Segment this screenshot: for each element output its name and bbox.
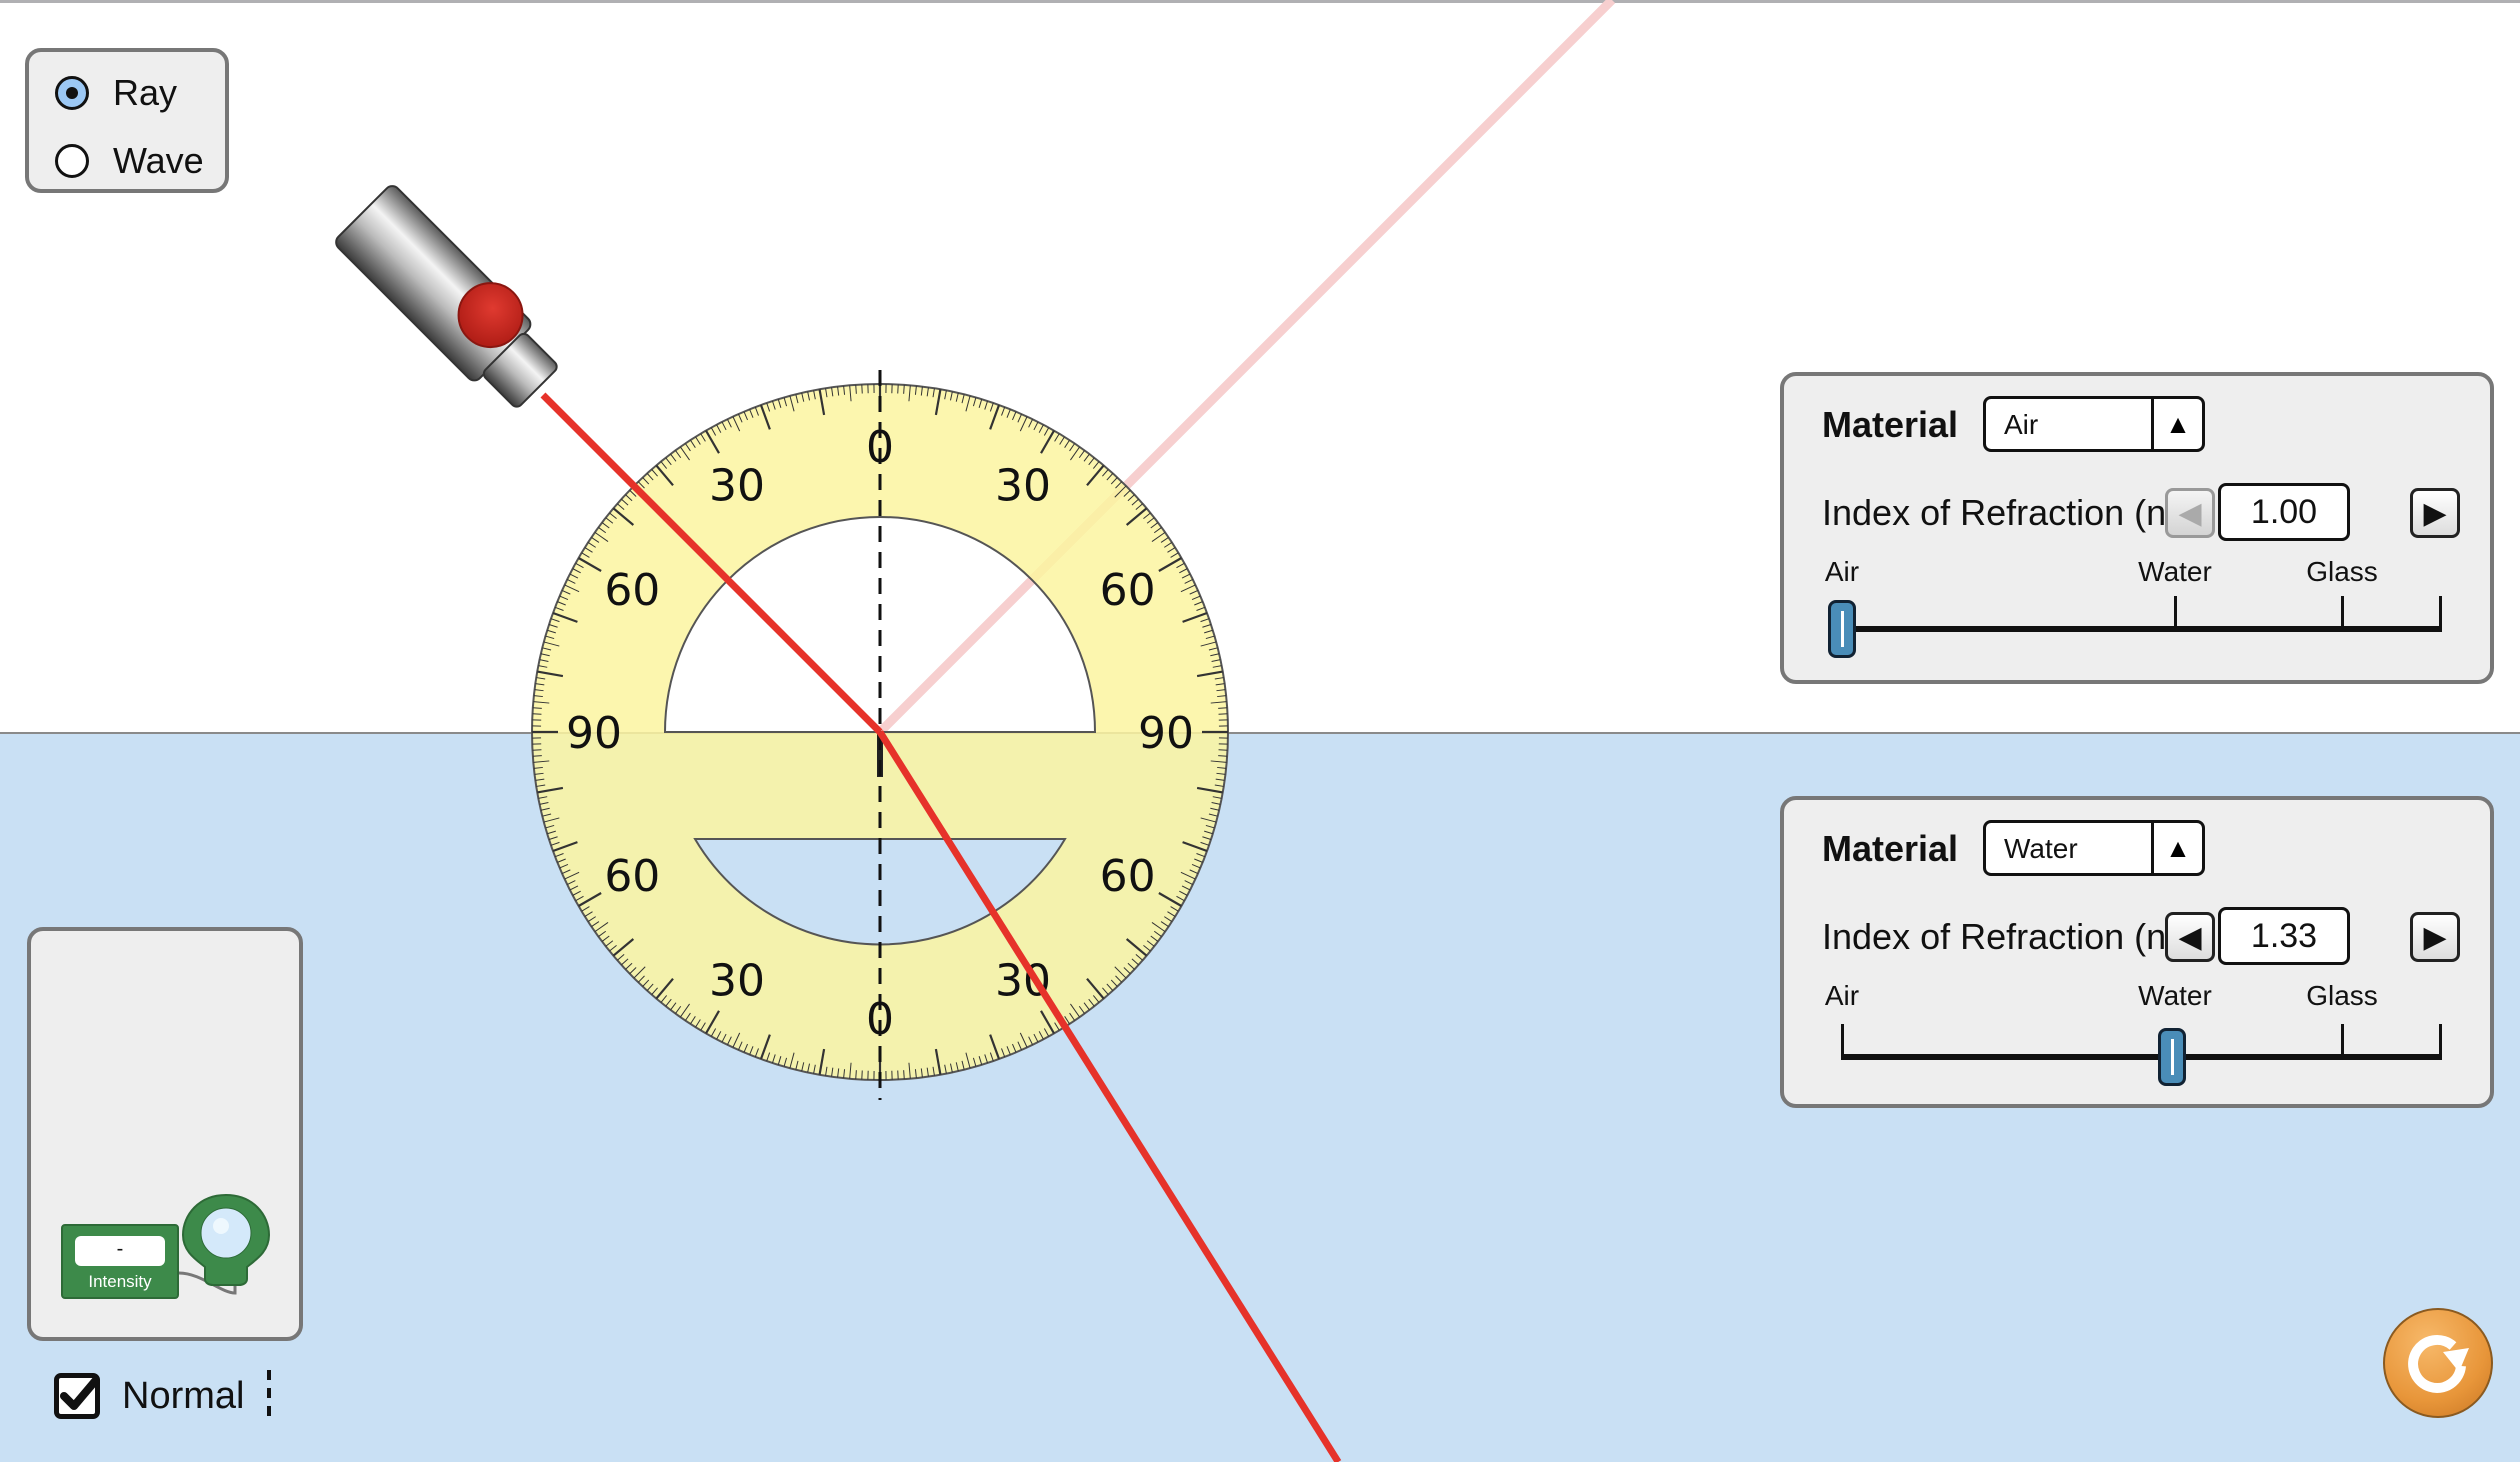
material-combo[interactable]: Water ▲ — [1983, 820, 2205, 876]
protractor-label: 60 — [604, 851, 660, 902]
material-value: Water — [2004, 833, 2078, 864]
ior-value[interactable]: 1.33 — [2218, 907, 2350, 965]
view-mode-panel: Ray Wave — [25, 48, 229, 193]
ior-value[interactable]: 1.00 — [2218, 483, 2350, 541]
ior-label: Index of Refraction (n) — [1822, 916, 2179, 957]
check-icon — [60, 1376, 100, 1410]
slider-tick — [2341, 596, 2344, 632]
protractor-tick — [855, 384, 857, 394]
protractor-tick — [1218, 755, 1228, 757]
slider-label-water: Water — [2138, 980, 2212, 1011]
radio-wave[interactable]: Wave — [55, 140, 204, 182]
ior-slider-track[interactable] — [1842, 626, 2442, 632]
tool-box: - Intensity — [27, 927, 303, 1341]
intensity-label: Intensity — [88, 1272, 152, 1291]
ior-label: Index of Refraction (n) — [1822, 492, 2179, 533]
ior-decrease-button[interactable]: ◀ — [2165, 488, 2215, 538]
slider-label-air: Air — [1824, 556, 1860, 587]
protractor-label: 90 — [566, 708, 622, 759]
material-combo[interactable]: Air ▲ — [1983, 396, 2205, 452]
intensity-meter[interactable]: - Intensity — [61, 1224, 179, 1299]
slider-label-air: Air — [1824, 980, 1860, 1011]
radio-label: Wave — [113, 140, 204, 181]
protractor-tick — [903, 384, 905, 394]
protractor-tick — [903, 1070, 905, 1080]
radio-button[interactable] — [55, 76, 89, 110]
ior-increase-button[interactable]: ▶ — [2410, 912, 2460, 962]
material-value: Air — [2004, 409, 2039, 440]
optics-scene: 9060300306090603003060 — [333, 0, 1616, 1462]
slider-tick — [2439, 1024, 2442, 1060]
slider-label-glass: Glass — [2306, 980, 2378, 1011]
slider-label-glass: Glass — [2306, 556, 2378, 587]
protractor-tick — [532, 755, 542, 757]
slider-tick — [2341, 1024, 2344, 1060]
reset-all-button[interactable] — [2383, 1308, 2493, 1418]
reset-icon — [2408, 1335, 2469, 1393]
checkbox[interactable] — [54, 1373, 100, 1419]
protractor-label: 60 — [604, 565, 660, 616]
slider-label-water: Water — [2138, 556, 2212, 587]
ior-decrease-button[interactable]: ◀ — [2165, 912, 2215, 962]
normal-checkbox[interactable]: Normal — [54, 1373, 244, 1419]
normal-label: Normal — [122, 1374, 245, 1417]
radio-label: Ray — [113, 72, 178, 113]
protractor-label: 90 — [1138, 708, 1194, 759]
ior-increase-button[interactable]: ▶ — [2410, 488, 2460, 538]
radio-button[interactable] — [55, 144, 89, 178]
ior-slider-track[interactable] — [1842, 1054, 2442, 1060]
slider-tick — [2174, 596, 2177, 632]
protractor-label: 60 — [1100, 565, 1156, 616]
protractor-tick — [1218, 707, 1228, 709]
protractor-label: 30 — [995, 460, 1051, 511]
radio-ray[interactable]: Ray — [55, 72, 177, 114]
protractor-label: 60 — [1100, 851, 1156, 902]
intensity-sensor-probe[interactable] — [171, 1193, 271, 1303]
protractor-label: 30 — [709, 460, 765, 511]
combo-arrow-icon[interactable]: ▲ — [2151, 823, 2202, 873]
combo-arrow-icon[interactable]: ▲ — [2151, 399, 2202, 449]
bottom-medium-panel: Material Water ▲ Index of Refraction (n)… — [1780, 796, 2494, 1108]
material-label: Material — [1822, 404, 1959, 445]
reflected-ray — [876, 0, 1616, 736]
laser-pointer[interactable] — [333, 177, 573, 417]
slider-tick — [2439, 596, 2442, 632]
ior-slider-thumb[interactable] — [1828, 600, 1856, 658]
normal-line-icon — [267, 1370, 271, 1422]
top-medium-panel: Material Air ▲ Index of Refraction (n) ◀… — [1780, 372, 2494, 684]
protractor-label: 30 — [709, 956, 765, 1007]
protractor-tick — [855, 1070, 857, 1080]
slider-tick — [1841, 1024, 1844, 1060]
material-label: Material — [1822, 828, 1959, 869]
protractor-tick — [532, 707, 542, 709]
ior-slider-thumb[interactable] — [2158, 1028, 2186, 1086]
intensity-readout: - — [75, 1236, 165, 1266]
